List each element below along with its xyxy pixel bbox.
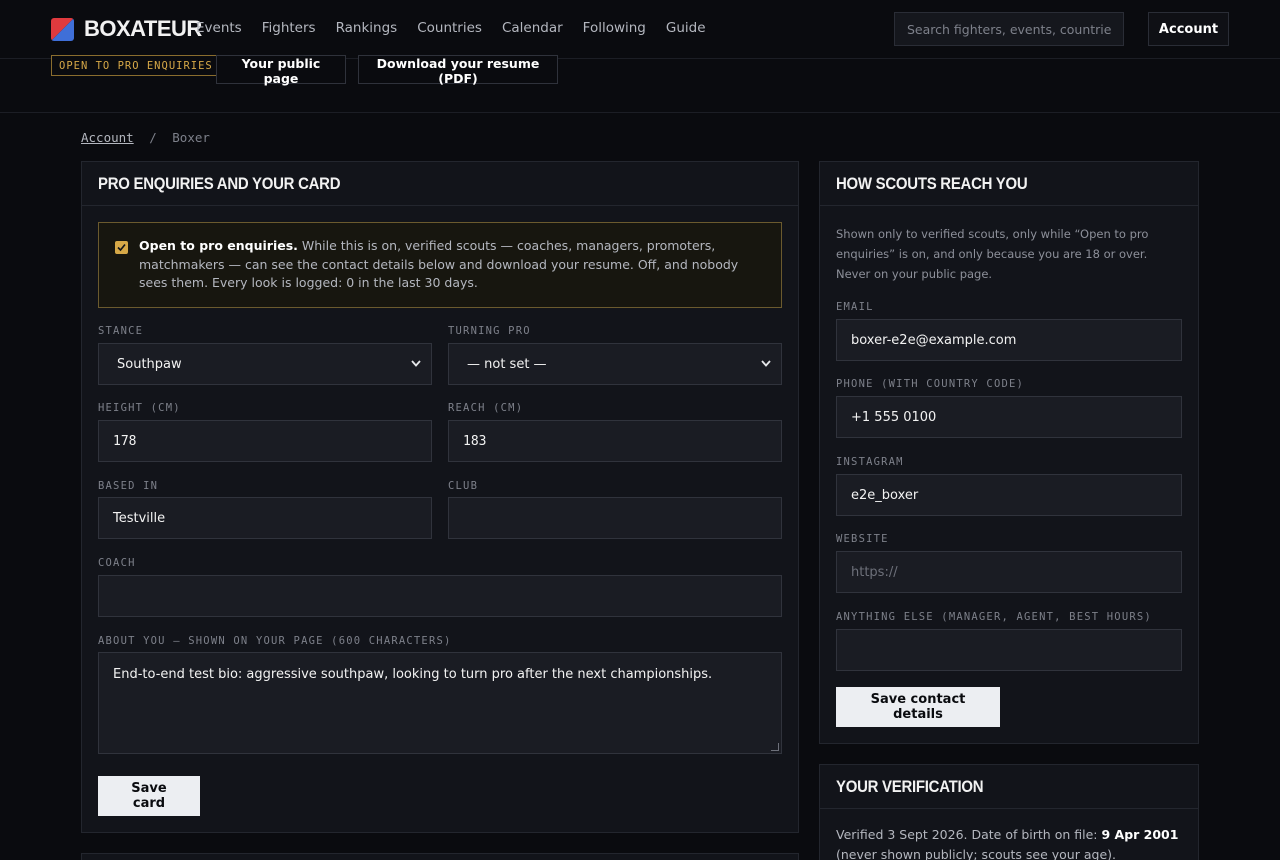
coach-label: Coach [98, 557, 136, 569]
brand[interactable]: BOXATEUR [51, 16, 202, 42]
height-value: 178 [113, 433, 137, 449]
card-panel-header: Pro enquiries and your card [82, 162, 798, 206]
about-label: About you — shown on your page (600 char… [98, 635, 452, 647]
height-label: Height (cm) [98, 402, 181, 414]
top-nav: BOXATEUR Events Fighters Rankings Countr… [0, 0, 1280, 59]
notice-lead: Open to pro enquiries. [139, 238, 298, 253]
reach-input[interactable]: 183 [448, 420, 782, 462]
about-value: End-to-end test bio: aggressive southpaw… [113, 667, 713, 682]
public-page-button[interactable]: Your public page [216, 55, 346, 86]
email-value: boxer-e2e@example.com [851, 332, 1017, 348]
save-contact-button[interactable]: Save contact details [836, 687, 1000, 727]
save-card-button[interactable]: Save card [98, 776, 200, 816]
website-input[interactable] [851, 564, 1167, 580]
breadcrumb-separator: / [149, 130, 157, 145]
resize-handle[interactable] [771, 743, 779, 751]
based-in-input[interactable]: Testville [98, 497, 432, 539]
turning-pro-label: Turning pro [448, 325, 531, 337]
logo-icon [51, 17, 74, 41]
verification-panel-header: Your verification [820, 765, 1198, 809]
email-label: Email [836, 301, 874, 313]
card-panel: Pro enquiries and your card Open to pro … [81, 161, 799, 833]
stance-value: Southpaw [117, 356, 182, 372]
panel-title: Pro enquiries and your card [98, 173, 341, 193]
turning-pro-value: — not set — [467, 356, 547, 372]
club-input[interactable] [448, 497, 782, 539]
nav-following[interactable]: Following [583, 20, 646, 36]
check-icon [117, 243, 126, 252]
contact-panel-header: How scouts reach you [820, 162, 1198, 206]
nav-rankings[interactable]: Rankings [336, 20, 398, 36]
stance-label: Stance [98, 325, 144, 337]
reach-label: Reach (cm) [448, 402, 524, 414]
verification-panel: Your verification Verified 3 Sept 2026. … [819, 764, 1199, 860]
website-field[interactable] [836, 551, 1182, 593]
chevron-down-icon [761, 359, 771, 370]
status-badge: OPEN TO PRO ENQUIRIES [51, 55, 221, 76]
nav-guide[interactable]: Guide [666, 20, 706, 36]
club-label: Club [448, 480, 479, 492]
contact-intro: Shown only to verified scouts, only whil… [836, 227, 1149, 281]
nav-fighters[interactable]: Fighters [262, 20, 316, 36]
next-panel [81, 853, 799, 860]
download-resume-button[interactable]: Download your resume (PDF) [358, 55, 558, 86]
brand-name: BOXATEUR [84, 16, 202, 41]
instagram-field[interactable]: e2e_boxer [836, 474, 1182, 516]
account-button[interactable]: Account [1148, 12, 1229, 46]
verification-text-b: (never shown publicly; scouts see your a… [836, 847, 1116, 860]
turning-pro-select[interactable]: — not set — [448, 343, 782, 385]
other-label: Anything else (manager, agent, best hour… [836, 611, 1152, 623]
breadcrumb-current: Boxer [172, 130, 210, 145]
about-textarea[interactable]: End-to-end test bio: aggressive southpaw… [98, 652, 782, 754]
verification-text: Verified 3 Sept 2026. Date of birth on f… [836, 825, 1182, 860]
height-input[interactable]: 178 [98, 420, 432, 462]
breadcrumb: Account / Boxer [81, 130, 210, 145]
contact-panel: How scouts reach you Shown only to verif… [819, 161, 1199, 744]
instagram-label: Instagram [836, 456, 904, 468]
coach-input[interactable] [98, 575, 782, 617]
verification-text-a: Verified 3 Sept 2026. Date of birth on f… [836, 827, 1102, 842]
main-nav: Events Fighters Rankings Countries Calen… [196, 20, 726, 36]
phone-value: +1 555 0100 [851, 409, 937, 425]
reach-value: 183 [463, 433, 487, 449]
enquiries-notice: Open to pro enquiries. While this is on,… [98, 222, 782, 308]
open-enquiries-checkbox[interactable] [115, 241, 128, 254]
based-in-value: Testville [113, 510, 166, 526]
instagram-value: e2e_boxer [851, 487, 919, 503]
email-field[interactable]: boxer-e2e@example.com [836, 319, 1182, 361]
nav-calendar[interactable]: Calendar [502, 20, 563, 36]
other-field[interactable] [836, 629, 1182, 671]
phone-field[interactable]: +1 555 0100 [836, 396, 1182, 438]
chevron-down-icon [411, 359, 421, 370]
breadcrumb-account-link[interactable]: Account [81, 130, 134, 145]
panel-title: Your verification [836, 776, 984, 796]
nav-events[interactable]: Events [196, 20, 242, 36]
phone-label: Phone (with country code) [836, 378, 1025, 390]
profile-subbar: OPEN TO PRO ENQUIRIES Your public page D… [0, 55, 1280, 113]
dob-value: 9 Apr 2001 [1101, 827, 1179, 842]
based-in-label: Based in [98, 480, 159, 492]
nav-countries[interactable]: Countries [417, 20, 482, 36]
panel-title: How scouts reach you [836, 173, 1028, 193]
stance-select[interactable]: Southpaw [98, 343, 432, 385]
website-label: Website [836, 533, 889, 545]
search-input[interactable] [894, 12, 1124, 46]
